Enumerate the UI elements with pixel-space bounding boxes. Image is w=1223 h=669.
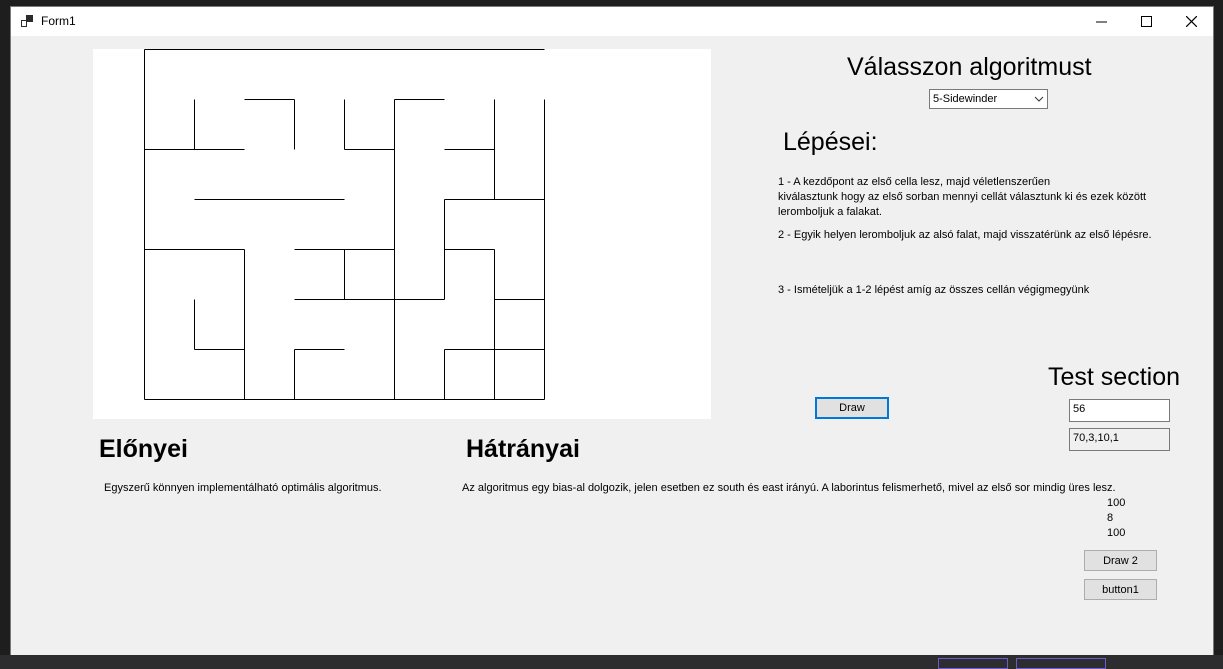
form-client-area: Válasszon algoritmust 5-Sidewinder Lépés… bbox=[11, 36, 1213, 655]
result-label-3: 100 bbox=[1107, 527, 1126, 539]
algorithm-heading: Válasszon algoritmust bbox=[847, 53, 1092, 81]
pros-text: Egyszerű könnyen implementálható optimál… bbox=[104, 482, 382, 494]
ide-bottom-strip bbox=[0, 655, 1223, 669]
result-label-1: 100 bbox=[1107, 497, 1126, 509]
pros-heading: Előnyei bbox=[99, 435, 188, 463]
ide-left-strip bbox=[0, 0, 10, 669]
app-icon bbox=[21, 15, 33, 27]
ide-tab[interactable] bbox=[938, 658, 1008, 669]
test-section-heading: Test section bbox=[1048, 363, 1181, 391]
ide-tab[interactable] bbox=[1016, 658, 1106, 669]
draw-2-button[interactable]: Draw 2 bbox=[1084, 550, 1157, 571]
algorithm-select[interactable]: 5-Sidewinder bbox=[929, 89, 1048, 109]
maximize-icon bbox=[1141, 16, 1152, 27]
ide-right-strip bbox=[1214, 0, 1223, 669]
cons-heading: Hátrányai bbox=[466, 435, 580, 463]
minimize-button[interactable] bbox=[1079, 7, 1124, 36]
chevron-down-icon bbox=[1034, 96, 1044, 102]
step-3-text: 3 - Ismételjük a 1-2 lépést amíg az össz… bbox=[778, 284, 1090, 296]
minimize-icon bbox=[1096, 21, 1107, 23]
window-title: Form1 bbox=[41, 14, 76, 28]
step-1-text: 1 - A kezdőpont az első cella lesz, majd… bbox=[778, 176, 1147, 218]
close-icon bbox=[1186, 16, 1197, 27]
draw-button[interactable]: Draw bbox=[815, 397, 889, 419]
maze-drawing bbox=[144, 49, 545, 400]
maze-canvas bbox=[93, 49, 711, 419]
title-bar[interactable]: Form1 bbox=[11, 7, 1213, 36]
algorithm-select-value: 5-Sidewinder bbox=[933, 93, 998, 105]
test-input-2[interactable]: 70,3,10,1 bbox=[1069, 428, 1170, 451]
maximize-button[interactable] bbox=[1124, 7, 1169, 36]
button1-button[interactable]: button1 bbox=[1084, 579, 1157, 600]
step-2-text: 2 - Egyik helyen leromboljuk az alsó fal… bbox=[778, 229, 1152, 241]
test-input-1[interactable]: 56 bbox=[1069, 399, 1170, 422]
close-button[interactable] bbox=[1169, 7, 1214, 36]
cons-text: Az algoritmus egy bias-al dolgozik, jele… bbox=[462, 482, 1116, 494]
result-label-2: 8 bbox=[1107, 512, 1114, 524]
form-window: Form1 Válasszon algoritmust 5-Sidewinder… bbox=[10, 6, 1214, 655]
steps-heading: Lépései: bbox=[783, 128, 878, 156]
